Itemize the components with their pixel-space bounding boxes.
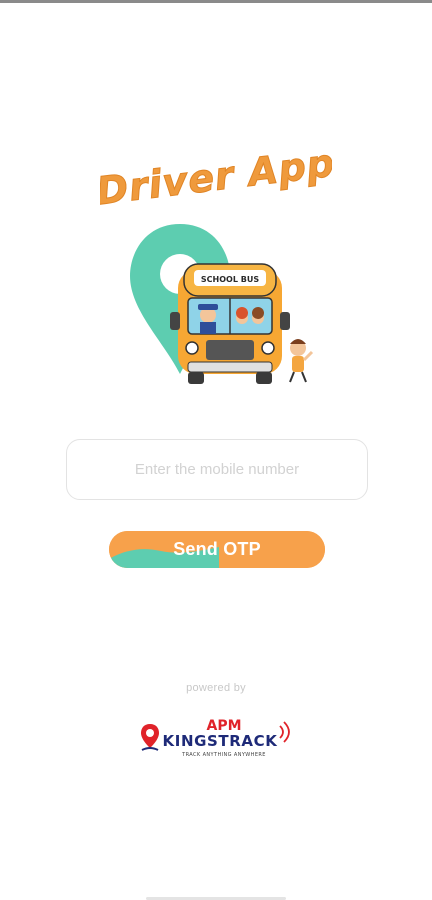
child-figure-icon: [289, 339, 314, 383]
school-bus-icon: SCHOOL BUS: [170, 263, 290, 384]
send-otp-label: Send OTP: [173, 539, 261, 559]
status-bar: [0, 0, 432, 3]
send-otp-button[interactable]: Send OTP: [109, 531, 325, 568]
app-title: Driver App: [100, 140, 332, 210]
map-pin-icon: [141, 724, 159, 751]
mobile-number-input[interactable]: [66, 439, 368, 500]
brand-tagline-text: TRACK ANYTHING ANYWHERE: [181, 752, 266, 758]
school-bus-illustration: SCHOOL BUS: [130, 224, 314, 384]
brand-name-text: KINGSTRACK: [163, 732, 279, 750]
login-screen: Driver App SCHOOL BUS Enter the mobile n…: [0, 0, 432, 900]
kingstrack-logo: APM KINGSTRACK TRACK ANYTHING ANYWHERE: [141, 718, 290, 758]
bus-sign-text: SCHOOL BUS: [201, 275, 259, 284]
signal-waves-icon: [279, 721, 290, 743]
app-title-text: Driver App: [100, 141, 332, 210]
powered-by-text: powered by: [186, 682, 246, 694]
